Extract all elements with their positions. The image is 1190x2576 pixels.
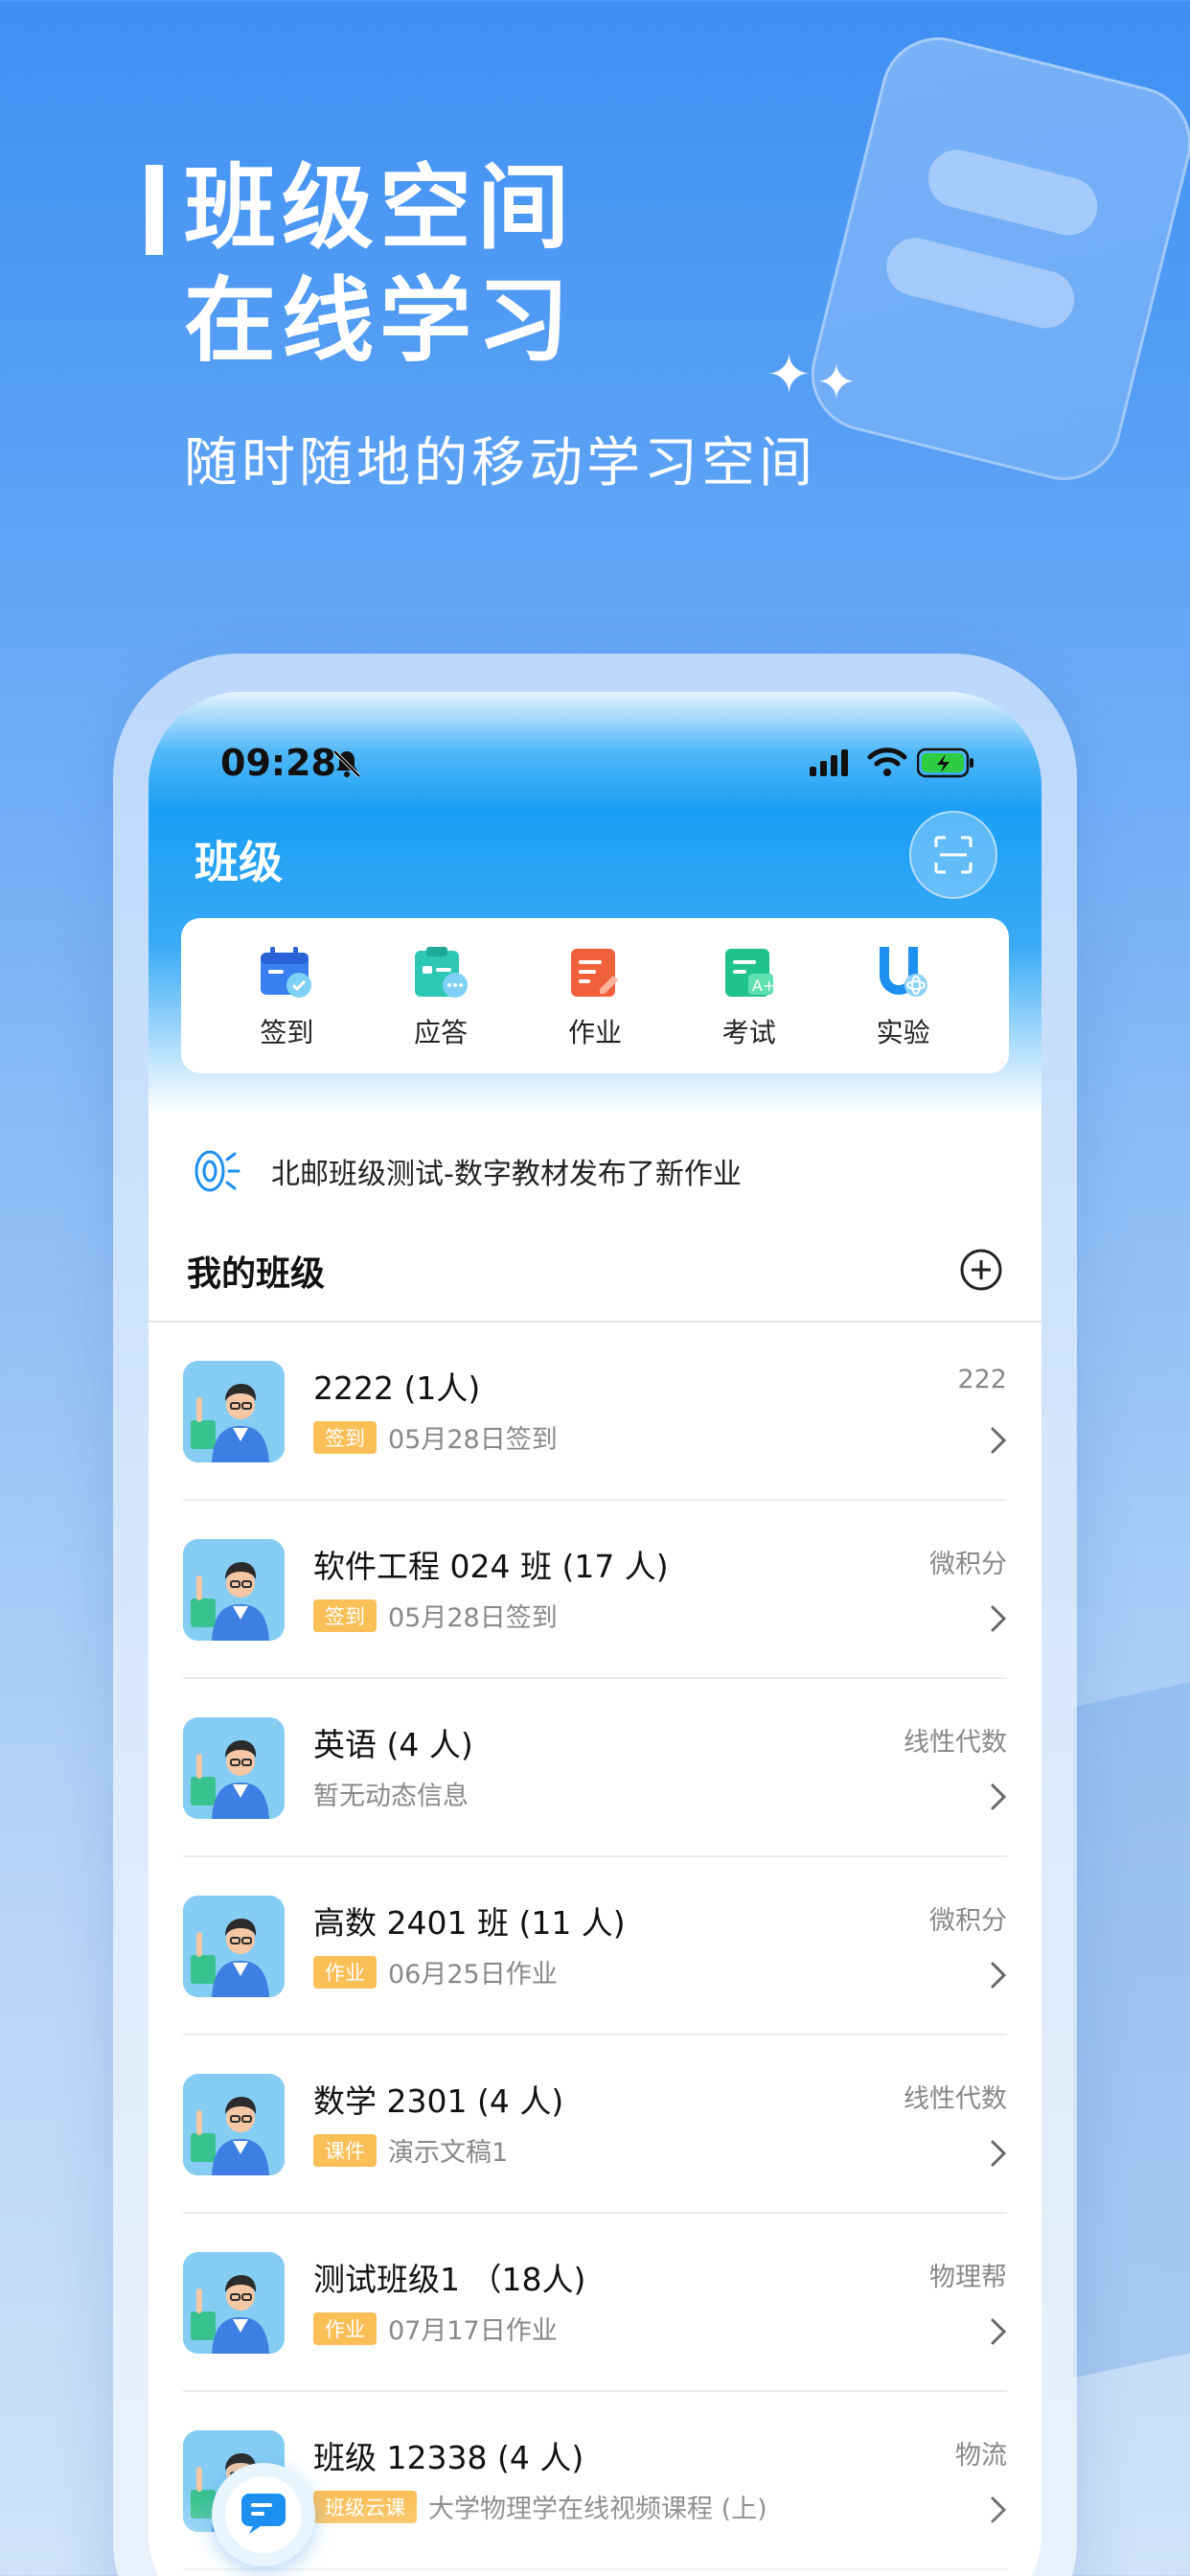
quick-action-label: 签到: [260, 1017, 314, 1048]
notice-bar[interactable]: 北邮班级测试-数字教材发布了新作业: [191, 1142, 1015, 1200]
class-name: 数学 2301 (4 人): [313, 2082, 564, 2120]
homework-icon: [570, 949, 618, 997]
quick-action-homework[interactable]: 作业: [528, 918, 662, 1050]
battery-charging-icon: [917, 748, 973, 778]
exam-icon: A+: [724, 949, 775, 997]
class-name: 英语 (4 人): [313, 1726, 473, 1763]
class-row[interactable]: 数学 2301 (4 人) 线性代数 课件 演示文稿1: [149, 2036, 1041, 2214]
class-row[interactable]: 2222 (1人) 222 签到 05月28日签到: [149, 1322, 1041, 1501]
class-activity-text: 暂无动态信息: [313, 1782, 469, 1811]
class-row[interactable]: 高数 2401 班 (11 人) 微积分 作业 06月25日作业: [149, 1857, 1041, 2036]
class-activity: 作业 06月25日作业: [313, 1953, 558, 1990]
status-tag: 作业: [313, 2312, 377, 2345]
hero-title-line2: 在线学习: [184, 267, 575, 375]
quick-action-label: 实验: [876, 1017, 930, 1048]
class-activity-text: 05月28日签到: [388, 1603, 558, 1633]
decorative-bar: [880, 232, 1081, 334]
status-time: 09:28: [220, 742, 336, 784]
status-tag: 作业: [313, 1955, 377, 1989]
quick-action-label: 应答: [414, 1017, 469, 1048]
class-avatar: [183, 1539, 285, 1641]
class-activity: 签到 05月28日签到: [313, 1418, 558, 1456]
class-course: 微积分: [929, 1550, 1007, 1579]
quick-action-experiment[interactable]: 实验: [836, 918, 971, 1050]
experiment-icon: [879, 947, 927, 997]
class-course: 物理帮: [929, 2263, 1007, 2292]
scan-icon: [934, 836, 973, 874]
class-avatar: [183, 2074, 285, 2175]
megaphone-icon: [195, 1150, 240, 1192]
signal-icon: [810, 749, 848, 776]
class-name: 测试班级1 （18人): [313, 2261, 586, 2298]
section-title: 我的班级: [187, 1254, 326, 1294]
class-avatar: [183, 2252, 285, 2354]
class-activity-text: 演示文稿1: [388, 2138, 509, 2168]
status-tag: 签到: [313, 1598, 377, 1632]
decorative-card: [799, 25, 1190, 493]
hero-accent-bar: [146, 165, 163, 255]
class-course: 微积分: [929, 1906, 1007, 1936]
decorative-panel: [1073, 1666, 1190, 2379]
class-activity-text: 06月25日作业: [388, 1960, 558, 1990]
sparkle-icon: ✦: [767, 344, 812, 406]
class-avatar: [183, 1896, 285, 1997]
add-class-icon[interactable]: [959, 1248, 1003, 1292]
class-name: 班级 12338 (4 人): [313, 2439, 584, 2476]
hero-subtitle: 随时随地的移动学习空间: [184, 432, 816, 494]
chat-icon: [241, 2494, 286, 2534]
class-name: 2222 (1人): [313, 1369, 481, 1407]
class-name: 软件工程 024 班 (17 人): [313, 1548, 669, 1585]
hero-title-line1: 班级空间: [184, 154, 575, 262]
quick-action-label: 作业: [567, 1017, 622, 1048]
quick-action-exam[interactable]: A+ 考试: [682, 918, 816, 1050]
status-tag: 签到: [313, 1420, 377, 1454]
floating-chat-button[interactable]: [212, 2463, 315, 2566]
quick-action-answer[interactable]: 应答: [374, 918, 508, 1050]
chevron-right-icon: [991, 1605, 1007, 1632]
sparkle-icon: ✦: [816, 355, 857, 410]
class-list: 2222 (1人) 222 签到 05月28日签到 软件工程 024 班 (17…: [149, 1322, 1041, 2570]
class-row[interactable]: 测试班级1 （18人) 物理帮 作业 07月17日作业: [149, 2214, 1041, 2392]
class-course: 222: [957, 1365, 1007, 1394]
chevron-right-icon: [991, 1962, 1007, 1989]
my-classes-header: 我的班级: [187, 1246, 1003, 1303]
page-title: 班级: [195, 837, 283, 888]
class-row[interactable]: 英语 (4 人) 线性代数 暂无动态信息: [149, 1679, 1041, 1857]
chevron-right-icon: [991, 2318, 1007, 2345]
svg-text:A+: A+: [752, 977, 775, 995]
checkin-icon: [261, 947, 312, 998]
class-activity: 作业 07月17日作业: [313, 2310, 558, 2347]
class-course: 物流: [955, 2441, 1007, 2471]
class-row[interactable]: 软件工程 024 班 (17 人) 微积分 签到 05月28日签到: [149, 1501, 1041, 1679]
class-avatar: [183, 1717, 285, 1819]
class-activity: 暂无动态信息: [313, 1775, 469, 1812]
quick-actions-card: 签到 应答 作业 A+ 考试 实验: [181, 918, 1009, 1073]
class-avatar: [183, 1361, 285, 1462]
bell-muted-icon: [332, 749, 361, 778]
class-name: 高数 2401 班 (11 人): [313, 1904, 626, 1942]
class-activity-text: 07月17日作业: [388, 2316, 558, 2346]
chevron-right-icon: [991, 1427, 1007, 1454]
class-activity: 课件 演示文稿1: [313, 2131, 508, 2169]
quick-action-label: 考试: [721, 1017, 776, 1048]
answer-icon: [415, 947, 469, 998]
phone-screen: 09:28 班级 签到 应答 作业 A+ 考试 实验 北邮班级测试-数字教材发布…: [149, 692, 1041, 2576]
class-course: 线性代数: [904, 2084, 1007, 2114]
chevron-right-icon: [991, 1783, 1007, 1810]
status-bar: 09:28: [149, 742, 1041, 799]
status-tag: 课件: [313, 2133, 377, 2167]
class-course: 线性代数: [904, 1728, 1007, 1758]
hero-title: 班级空间 在线学习: [184, 151, 575, 378]
quick-action-checkin[interactable]: 签到: [219, 918, 354, 1050]
wifi-icon: [867, 748, 907, 776]
decorative-bar: [922, 143, 1104, 242]
scan-button[interactable]: [909, 811, 997, 899]
chevron-right-icon: [991, 2140, 1007, 2167]
notice-text: 北邮班级测试-数字教材发布了新作业: [271, 1158, 742, 1191]
class-activity: 签到 05月28日签到: [313, 1597, 558, 1634]
class-activity-text: 05月28日签到: [388, 1425, 558, 1455]
